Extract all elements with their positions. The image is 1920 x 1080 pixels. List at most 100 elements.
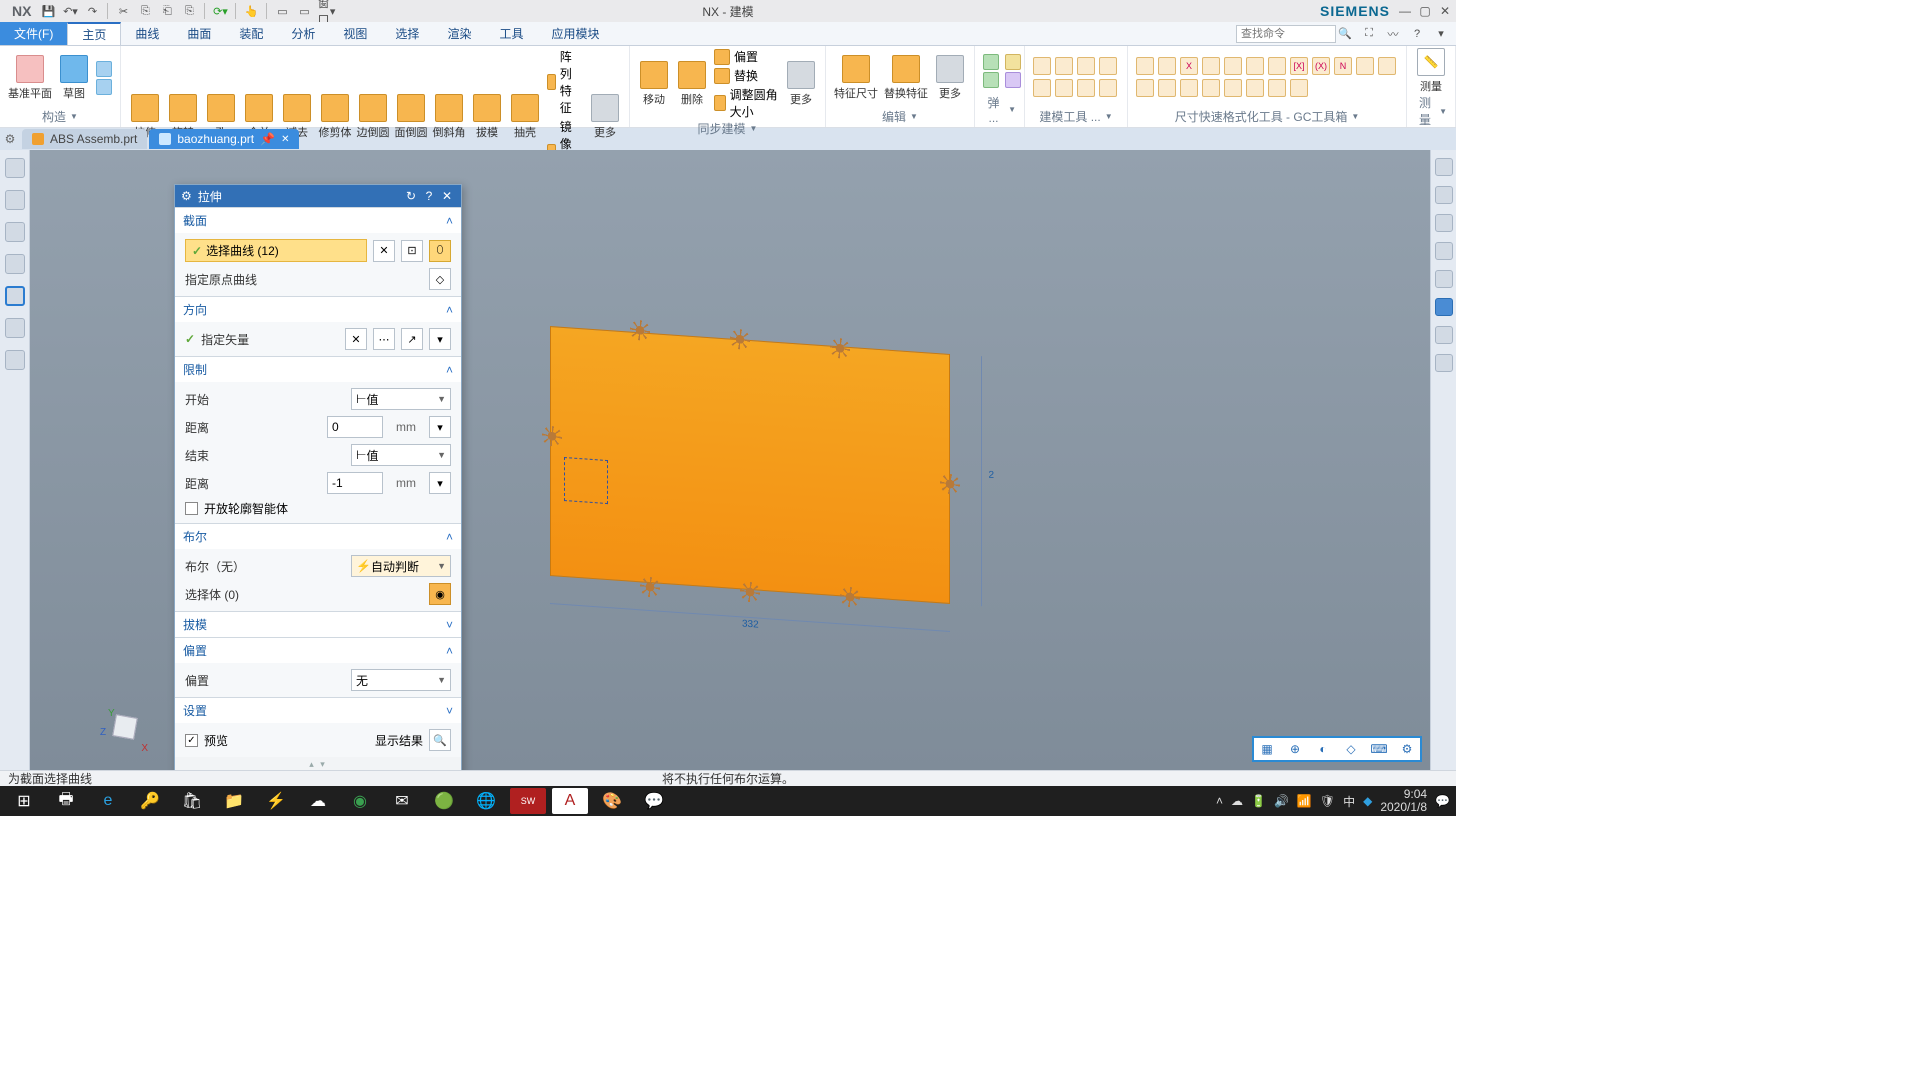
reset-icon[interactable]: ↻	[403, 188, 419, 204]
sketch-section-btn[interactable]: ⬯	[429, 240, 451, 262]
curve-rule-btn-1[interactable]: ✕	[373, 240, 395, 262]
measure-button[interactable]: 📏测量	[1415, 48, 1447, 94]
doctab-inactive[interactable]: ABS Assemb.prt	[22, 129, 147, 149]
chevron-down-icon[interactable]: ▼	[1351, 112, 1359, 121]
section-header-bool[interactable]: 布尔˄	[175, 523, 461, 549]
tool-icon[interactable]	[1378, 57, 1396, 75]
chevron-down-icon[interactable]: ▼	[910, 112, 918, 121]
preview-checkbox[interactable]: ✓	[185, 734, 198, 747]
save-icon[interactable]: 💾	[39, 2, 57, 20]
doctab-close-icon[interactable]: ✕	[281, 134, 289, 145]
browser-icon[interactable]	[5, 318, 25, 338]
tool-icon[interactable]	[1268, 57, 1286, 75]
tool-icon[interactable]	[1033, 79, 1051, 97]
tab-app-module[interactable]: 应用模块	[537, 22, 613, 45]
section-header-limits[interactable]: 限制˄	[175, 356, 461, 382]
shell-tool-4[interactable]	[1005, 72, 1021, 88]
tray-ime[interactable]: 中	[1343, 793, 1355, 810]
trim-body-button[interactable]: 修剪体	[319, 94, 351, 140]
move-button[interactable]: 移动	[638, 61, 670, 107]
replace-feature-button[interactable]: 替换特征	[884, 55, 928, 101]
sync-more-button[interactable]: 更多	[785, 61, 817, 107]
right-tool-8[interactable]	[1435, 354, 1453, 372]
history-icon[interactable]	[5, 350, 25, 370]
taskbar-green-icon[interactable]: ◉	[342, 788, 378, 814]
resize-fillet-button[interactable]: 调整圆角大小	[714, 86, 779, 120]
notifications-icon[interactable]: 💬	[1435, 794, 1450, 808]
tool-icon[interactable]	[1136, 79, 1154, 97]
tool-icon[interactable]	[1224, 57, 1242, 75]
distance1-dropdown[interactable]: ▾	[429, 416, 451, 438]
right-tool-6[interactable]	[1435, 298, 1453, 316]
tray-chevron-icon[interactable]: ˄	[1216, 794, 1223, 808]
window-menu[interactable]: 窗口▾	[317, 2, 335, 20]
help-icon[interactable]: ?	[1408, 25, 1426, 43]
taskbar-autocad-icon[interactable]: A	[552, 788, 588, 814]
tool-icon[interactable]	[1099, 57, 1117, 75]
minimize-ribbon-icon[interactable]: 〰	[1384, 25, 1402, 43]
tool-icon[interactable]	[1033, 57, 1051, 75]
tool-icon[interactable]	[1246, 57, 1264, 75]
tab-home[interactable]: 主页	[67, 22, 121, 45]
vector-dropdown-btn[interactable]: ▾	[429, 328, 451, 350]
tool-icon[interactable]	[1202, 79, 1220, 97]
shell-tool-1[interactable]	[983, 54, 999, 70]
dialog-titlebar[interactable]: ⚙ 拉伸 ↻ ? ✕	[175, 185, 461, 207]
hd3d-icon[interactable]	[5, 286, 25, 306]
end-type-combo[interactable]: ⊢ 值▼	[351, 444, 451, 466]
tool-icon[interactable]: X	[1180, 57, 1198, 75]
tab-render[interactable]: 渲染	[433, 22, 485, 45]
edge-blend-button[interactable]: 边倒圆	[357, 94, 389, 140]
tool-icon[interactable]	[1356, 57, 1374, 75]
construct-extra2[interactable]	[96, 79, 112, 95]
tray-keyboard-icon[interactable]: ⌨	[1370, 740, 1388, 758]
taskbar-3d-icon[interactable]: 🎨	[594, 788, 630, 814]
close-icon[interactable]: ✕	[1438, 4, 1452, 18]
tool-icon[interactable]	[1136, 57, 1154, 75]
shell-tool-3[interactable]	[1005, 54, 1021, 70]
fullscreen-icon[interactable]: ⛶	[1360, 25, 1378, 43]
chevron-down-icon[interactable]: ▼	[70, 112, 78, 121]
assembly-navigator-icon[interactable]	[5, 190, 25, 210]
tab-view[interactable]: 视图	[329, 22, 381, 45]
taskbar-notes-icon[interactable]: 💬	[636, 788, 672, 814]
vector-btn-2[interactable]: ⋯	[373, 328, 395, 350]
cut-icon[interactable]: ✂	[114, 2, 132, 20]
paste-special-icon[interactable]: ⎘	[180, 2, 198, 20]
show-result-btn[interactable]: 🔍	[429, 729, 451, 751]
tray-cloud-icon[interactable]: ☁	[1231, 794, 1243, 808]
ribbon-dropdown-icon[interactable]: ▾	[1432, 25, 1450, 43]
tool-icon[interactable]: (X)	[1312, 57, 1330, 75]
draft-button[interactable]: 拔模	[471, 94, 503, 140]
offset-mode-combo[interactable]: 无▼	[351, 669, 451, 691]
delete-button[interactable]: 删除	[676, 61, 708, 107]
chamfer-button[interactable]: 倒斜角	[433, 94, 465, 140]
tool-icon[interactable]	[1158, 79, 1176, 97]
right-tool-5[interactable]	[1435, 270, 1453, 288]
window-layout-icon[interactable]: ▭	[273, 2, 291, 20]
tab-analysis[interactable]: 分析	[277, 22, 329, 45]
taskbar-key-icon[interactable]: 🔑	[132, 788, 168, 814]
tray-app-icon[interactable]: ◆	[1363, 794, 1372, 808]
edit-more-button[interactable]: 更多	[934, 55, 966, 101]
minimize-icon[interactable]: —	[1398, 4, 1412, 18]
tool-icon[interactable]	[1180, 79, 1198, 97]
system-clock[interactable]: 9:04 2020/1/8	[1380, 788, 1427, 814]
replace-face-button[interactable]: 替换	[714, 67, 779, 84]
tray-wifi-icon[interactable]: 📶	[1297, 794, 1312, 808]
doctab-active[interactable]: baozhuang.prt📌✕	[149, 129, 299, 149]
constraint-navigator-icon[interactable]	[5, 222, 25, 242]
tool-icon[interactable]	[1158, 57, 1176, 75]
taskbar-edge-icon[interactable]: e	[90, 788, 126, 814]
feature-dim-button[interactable]: 特征尺寸	[834, 55, 878, 101]
chevron-down-icon[interactable]: ▼	[1439, 107, 1447, 116]
shell-button[interactable]: 抽壳	[509, 94, 541, 140]
curve-rule-btn-2[interactable]: ⊡	[401, 240, 423, 262]
tool-icon[interactable]	[1202, 57, 1220, 75]
paste-icon[interactable]: ⎗	[158, 2, 176, 20]
right-tool-3[interactable]	[1435, 214, 1453, 232]
undo-icon[interactable]: ↶▾	[61, 2, 79, 20]
part-navigator-icon[interactable]	[5, 158, 25, 178]
start-button[interactable]: ⊞	[6, 788, 42, 814]
vector-btn-3[interactable]: ↗	[401, 328, 423, 350]
